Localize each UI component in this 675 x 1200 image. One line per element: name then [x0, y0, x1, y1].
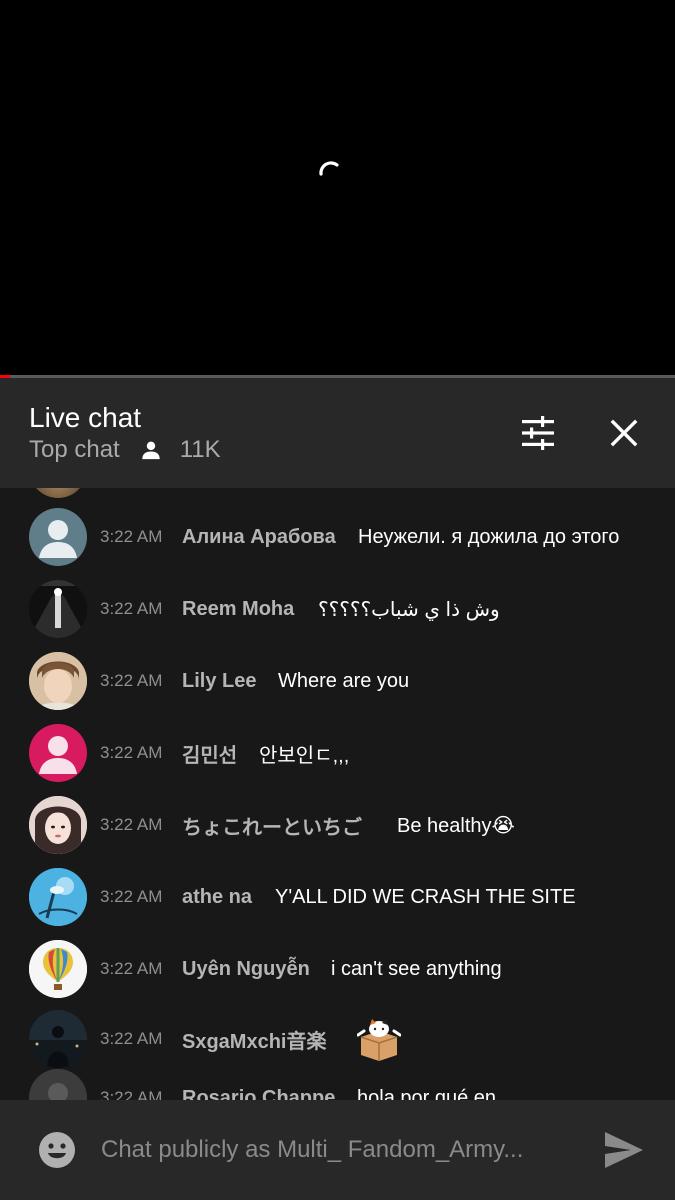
viewer-count: 11K [179, 436, 221, 463]
message-author[interactable]: athe na [182, 886, 252, 909]
chat-header: Live chat Top chat 11K [0, 378, 675, 488]
message-text: Where are you [278, 669, 410, 692]
message-author[interactable]: ちょこれーといちご [182, 811, 362, 840]
message-timestamp: 3:22 AM [100, 887, 163, 906]
chat-message[interactable]: 3:22 AM Reem Moha وش ذا ي شباب؟؟؟؟؟ [0, 573, 675, 645]
message-text: Be healthy😭 [397, 814, 515, 837]
chat-title: Live chat [29, 402, 142, 433]
live-chat-screen: Live chat Top chat 11K 3:22 AM Алина Ара… [0, 0, 675, 1200]
chat-filter-button[interactable] [514, 409, 562, 457]
chat-message[interactable]: 3:22 AM ちょこれーといちご Be healthy😭 [0, 789, 675, 861]
message-timestamp: 3:22 AM [100, 671, 163, 690]
message-timestamp: 3:22 AM [100, 743, 163, 762]
avatar [29, 796, 87, 854]
person-icon [142, 441, 160, 460]
avatar [29, 724, 87, 782]
loading-spinner-icon [319, 161, 339, 176]
photo-avatar-icon [29, 868, 87, 926]
cat-box-sticker [357, 1019, 401, 1061]
message-text: 안보인ㄷ,,, [259, 744, 350, 767]
chat-message[interactable]: 3:22 AM Lily Lee Where are you [0, 645, 675, 717]
avatar [29, 940, 87, 998]
message-author[interactable]: SxgaMxchi音楽 [182, 1025, 326, 1054]
emoji-button[interactable] [38, 1131, 76, 1169]
send-icon [605, 1132, 643, 1168]
default-avatar-icon [39, 736, 77, 774]
avatar [29, 488, 87, 498]
chat-mode-selector[interactable]: Top chat [29, 436, 120, 464]
message-author[interactable]: Rosario Chappe [182, 1087, 335, 1101]
chat-message[interactable]: 3:22 AM Rosario Chappe hola por qué en [0, 1062, 675, 1100]
message-timestamp: 3:22 AM [100, 527, 163, 546]
chat-message[interactable]: 3:22 AM Uyên Nguyễn i can't see anything [0, 933, 675, 1005]
avatar [29, 580, 87, 638]
tune-icon [522, 416, 554, 450]
chat-message[interactable]: 3:22 AM 김민선 안보인ㄷ,,, [0, 717, 675, 789]
photo-avatar-icon [29, 580, 87, 638]
chat-input-bar [0, 1100, 675, 1200]
message-author[interactable]: Reem Moha [182, 598, 294, 621]
message-text: hola por qué en [357, 1086, 497, 1101]
photo-avatar-icon [29, 1010, 87, 1068]
close-icon [610, 419, 638, 447]
avatar [29, 1069, 87, 1100]
message-author[interactable]: Lily Lee [182, 670, 256, 693]
message-timestamp: 3:22 AM [100, 959, 163, 978]
avatar [29, 868, 87, 926]
message-timestamp: 3:22 AM [100, 1029, 163, 1048]
chat-message-input[interactable] [101, 1132, 571, 1168]
message-author[interactable]: 김민선 [182, 739, 237, 768]
chat-subheader: Top chat 11K [29, 435, 221, 465]
photo-avatar-icon [29, 796, 87, 854]
message-author[interactable]: Алина Арабова [182, 526, 336, 549]
chat-message-list[interactable]: 3:22 AM Алина Арабова Неужели. я дожила … [0, 488, 675, 1100]
close-chat-button[interactable] [600, 409, 648, 457]
message-author[interactable]: Uyên Nguyễn [182, 958, 310, 981]
chat-message[interactable]: 3:22 AM Алина Арабова Неужели. я дожила … [0, 501, 675, 573]
emoji-icon [39, 1132, 75, 1168]
avatar [29, 508, 87, 566]
balloon-icon [29, 940, 87, 998]
avatar [29, 1010, 87, 1068]
message-text: وش ذا ي شباب؟؟؟؟؟ [318, 598, 500, 621]
message-timestamp: 3:22 AM [100, 815, 163, 834]
message-text: i can't see anything [331, 957, 502, 980]
message-timestamp: 3:22 AM [100, 1088, 163, 1100]
avatar [29, 652, 87, 710]
video-player[interactable] [0, 0, 675, 378]
default-avatar-icon [39, 520, 77, 558]
chat-message[interactable]: 3:22 AM athe na Y'ALL DID WE CRASH THE S… [0, 861, 675, 933]
photo-avatar-icon [29, 652, 87, 710]
message-text: Неужели. я дожила до этого [358, 525, 620, 548]
send-button[interactable] [603, 1130, 645, 1170]
photo-avatar-icon [29, 1069, 87, 1100]
message-timestamp: 3:22 AM [100, 599, 163, 618]
message-text: Y'ALL DID WE CRASH THE SITE [275, 885, 576, 908]
